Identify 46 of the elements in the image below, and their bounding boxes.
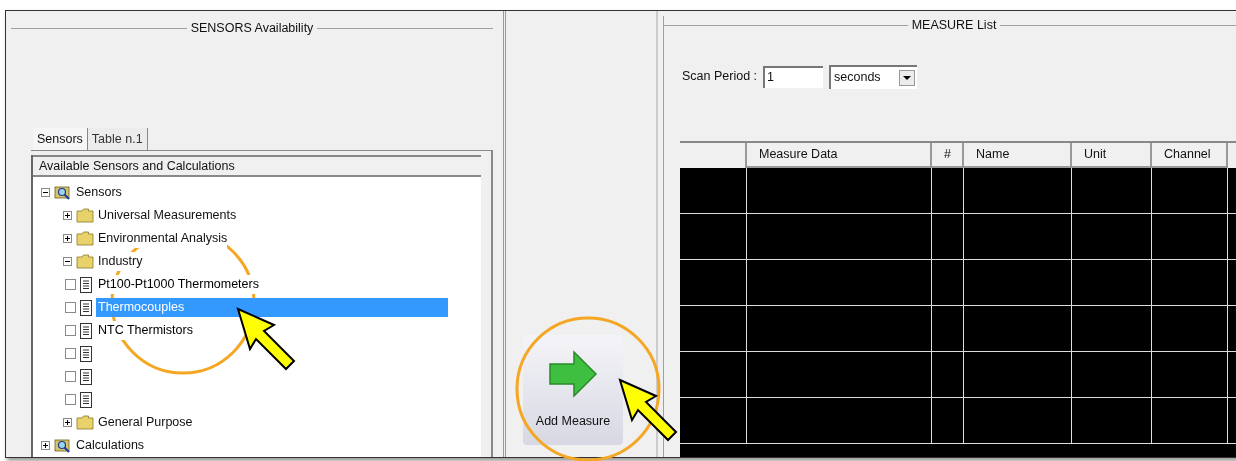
document-icon: [80, 299, 92, 316]
folder-icon: [76, 415, 94, 430]
column-header: Name: [964, 142, 1072, 168]
folder-icon: [76, 208, 94, 223]
scan-period-label: Scan Period :: [682, 68, 758, 86]
document-icon: [80, 276, 92, 293]
group-title: MEASURE List: [910, 17, 998, 34]
checkbox[interactable]: [65, 302, 76, 313]
expand-icon[interactable]: [63, 234, 72, 243]
expand-icon[interactable]: [63, 418, 72, 427]
expand-icon[interactable]: [63, 211, 72, 220]
dropdown-caret-icon: [899, 69, 916, 86]
expand-icon[interactable]: [41, 441, 50, 450]
pointer-cursor-icon: [618, 378, 680, 443]
unit-dropdown[interactable]: seconds: [829, 64, 918, 89]
folder-icon: [76, 231, 94, 246]
tree-item[interactable]: Industry: [98, 252, 143, 271]
scan-period-field[interactable]: 1: [763, 65, 824, 88]
column-header: Unit: [1072, 142, 1152, 168]
checkbox[interactable]: [65, 371, 76, 382]
tree-item[interactable]: Pt100-Pt1000 Thermometers: [96, 275, 261, 294]
magnifier-folder-icon: [54, 437, 72, 454]
tab[interactable]: Sensors: [33, 128, 88, 150]
checkbox[interactable]: [65, 348, 76, 359]
tree-item[interactable]: NTC Thermistors: [96, 321, 195, 340]
right-arrow-icon: [548, 349, 598, 398]
collapse-icon[interactable]: [63, 257, 72, 266]
column-header: #: [932, 142, 964, 168]
collapse-icon[interactable]: [41, 188, 50, 197]
column-header: Channel: [1152, 142, 1228, 168]
tab[interactable]: Table n.1: [87, 128, 148, 150]
document-icon: [80, 345, 92, 362]
group-title: SENSORS Availability: [189, 20, 315, 37]
checkbox[interactable]: [65, 279, 76, 290]
add-measure-button[interactable]: Add Measure: [523, 335, 623, 445]
document-icon: [80, 391, 92, 408]
checkbox[interactable]: [65, 394, 76, 405]
column-header: Available Sensors and Calculations: [33, 155, 481, 177]
folder-icon: [76, 254, 94, 269]
magnifier-folder-icon: [54, 184, 72, 201]
column-header: Measure Data: [747, 142, 932, 168]
document-icon: [80, 368, 92, 385]
tree-item[interactable]: Environmental Analysis: [98, 229, 228, 248]
document-icon: [80, 322, 92, 339]
pointer-cursor-icon: [236, 307, 298, 372]
checkbox[interactable]: [65, 325, 76, 336]
